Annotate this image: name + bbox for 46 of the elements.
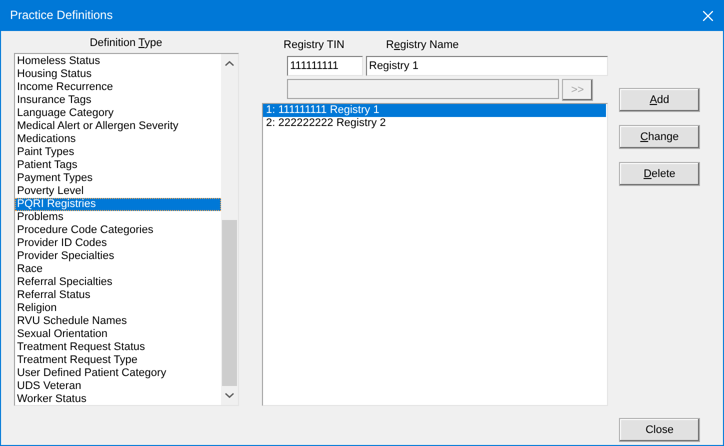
list-item[interactable]: Religion [15,302,221,315]
list-item[interactable]: Procedure Code Categories [15,224,221,237]
list-item[interactable]: Worker Status [15,393,221,406]
name-field[interactable]: Registry 1 [366,56,608,76]
list-item[interactable]: Homeless Status [15,55,221,68]
list-item[interactable]: Language Category [15,107,221,120]
list-item[interactable]: Treatment Request Status [15,341,221,354]
list-item[interactable]: Provider Specialties [15,250,221,263]
list-item[interactable]: Income Recurrence [15,81,221,94]
close-icon[interactable] [703,10,713,20]
scroll-thumb[interactable] [222,220,237,386]
list-item[interactable]: UDS Veteran [15,380,221,393]
add-button[interactable]: Add [619,88,700,112]
list-item[interactable]: Medical Alert or Allergen Severity [15,120,221,133]
list-item[interactable]: Medications [15,133,221,146]
list-item[interactable]: Payment Types [15,172,221,185]
list-item[interactable]: Poverty Level [15,185,221,198]
close-button[interactable]: Close [619,418,700,442]
list-item[interactable]: User Defined Patient Category [15,367,221,380]
tin-field[interactable]: 111111111 [287,56,363,76]
registry-list[interactable]: 1: 111111111 Registry 1 2: 222222222 Registry 2 [262,103,608,406]
list-item[interactable]: Treatment Request Type [15,354,221,367]
definition-type-list[interactable] [14,53,239,406]
list-item[interactable]: Housing Status [15,68,221,81]
list-item[interactable]: Problems [15,211,221,224]
list-item[interactable]: 1: 111111111 Registry 1 [263,104,606,117]
list-item[interactable]: PQRI Registries [15,198,221,211]
scrollbar[interactable] [221,54,238,405]
window-title: Practice Definitions [10,9,114,22]
list-item[interactable]: Referral Status [15,289,221,302]
field-label: Registry TIN [282,39,346,52]
list-item[interactable]: Referral Specialties [15,276,221,289]
list-item[interactable]: RVU Schedule Names [15,315,221,328]
list-item[interactable]: Patient Tags [15,159,221,172]
field-label: Registry Name [386,39,459,52]
list-item[interactable]: Insurance Tags [15,94,221,107]
list-item[interactable]: Paint Types [15,146,221,159]
list-label: Definition Type [90,37,162,50]
list-item[interactable]: 2: 222222222 Registry 2 [263,117,606,130]
delete-button[interactable]: Delete [619,162,700,186]
list-item[interactable]: Sexual Orientation [15,328,221,341]
change-button[interactable]: Change [619,125,700,149]
scroll-up-icon[interactable] [225,61,234,66]
list-item[interactable]: Race [15,263,221,276]
scroll-down-icon[interactable] [225,393,234,398]
list-item[interactable]: Provider ID Codes [15,237,221,250]
